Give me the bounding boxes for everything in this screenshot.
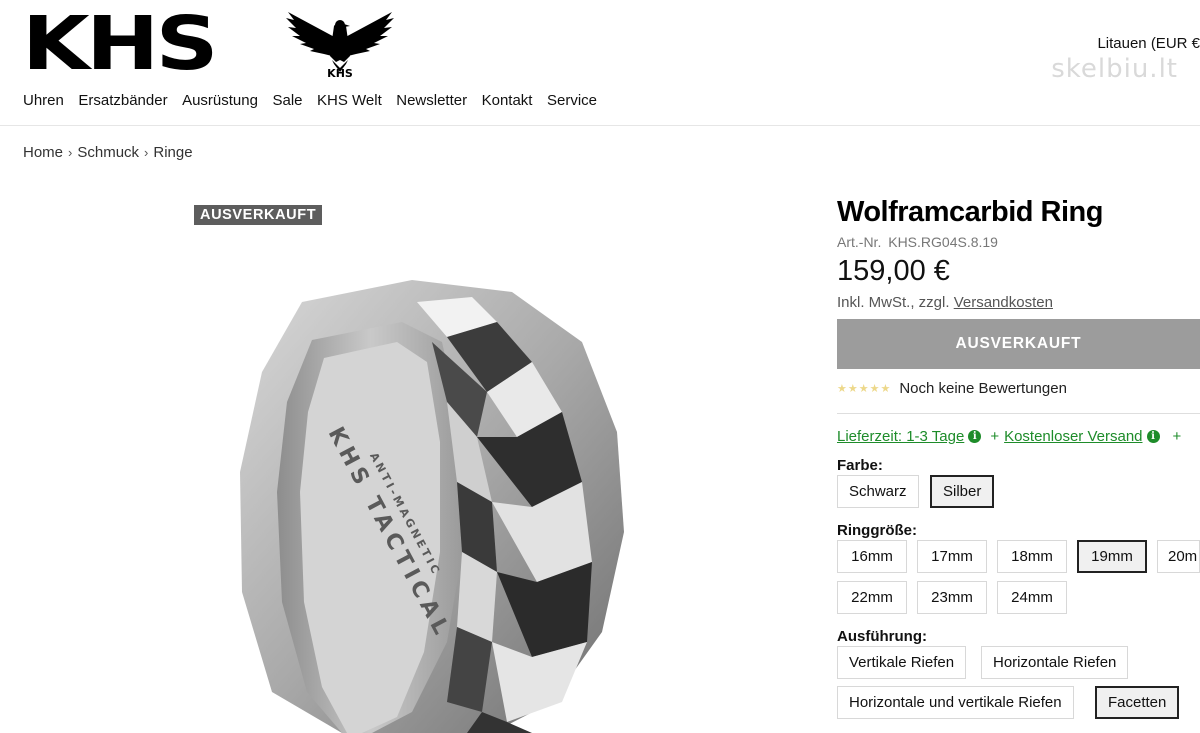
main-navigation: Uhren Ersatzbänder Ausrüstung Sale KHS W… (23, 92, 612, 109)
ring-size-label: Ringgröße: (837, 522, 917, 539)
rating-text: Noch keine Bewertungen (899, 380, 1067, 397)
finish-label: Ausführung: (837, 628, 927, 645)
sold-out-button[interactable]: AUSVERKAUFT (837, 319, 1200, 369)
free-shipping-link[interactable]: Kostenloser Versand (1004, 428, 1142, 445)
finish-option-vertikale-riefen[interactable]: Vertikale Riefen (837, 646, 967, 679)
article-number: Art.-Nr. KHS.RG04S.8.19 (837, 234, 998, 250)
star-rating-icon: ★★★★★ (837, 383, 892, 395)
size-option-20mm[interactable]: 20m (1157, 540, 1200, 573)
rating[interactable]: ★★★★★ Noch keine Bewertungen (837, 380, 1067, 397)
breadcrumb-schmuck[interactable]: Schmuck (77, 144, 139, 161)
nav-khs-welt[interactable]: KHS Welt (317, 92, 382, 109)
shipping-info: Lieferzeit: 1-3 Tage i + Kostenloser Ver… (837, 428, 1186, 445)
product-image[interactable]: KHS TACTICAL ANTI-MAGNETIC (232, 262, 628, 733)
divider (837, 413, 1200, 414)
chevron-right-icon: › (68, 145, 73, 160)
nav-kontakt[interactable]: Kontakt (482, 92, 533, 109)
size-option-17mm[interactable]: 17mm (917, 540, 987, 573)
info-icon[interactable]: i (1146, 430, 1160, 443)
price: 159,00 € (837, 255, 950, 287)
size-option-24mm[interactable]: 24mm (997, 581, 1067, 614)
nav-sale[interactable]: Sale (272, 92, 302, 109)
sku-label: Art.-Nr. (837, 234, 882, 250)
shipping-costs-link[interactable]: Versandkosten (954, 294, 1053, 311)
sold-out-badge: AUSVERKAUFT (194, 205, 323, 225)
chevron-right-icon: › (144, 145, 149, 160)
product-title: Wolframcarbid Ring (837, 196, 1104, 228)
nav-ausruestung[interactable]: Ausrüstung (182, 92, 258, 109)
breadcrumb-home[interactable]: Home (23, 144, 63, 161)
header-divider (0, 125, 1200, 126)
finish-option-facetten[interactable]: Facetten (1095, 686, 1180, 719)
size-option-22mm[interactable]: 22mm (837, 581, 907, 614)
plus-sign: + (1172, 428, 1182, 445)
size-option-19mm[interactable]: 19mm (1077, 540, 1147, 573)
sku-value: KHS.RG04S.8.19 (888, 234, 998, 250)
info-icon[interactable]: i (968, 430, 982, 443)
nav-newsletter[interactable]: Newsletter (396, 92, 467, 109)
size-option-23mm[interactable]: 23mm (917, 581, 987, 614)
finish-option-horizontale-riefen[interactable]: Horizontale Riefen (981, 646, 1129, 679)
color-label: Farbe: (837, 457, 883, 474)
color-option-schwarz[interactable]: Schwarz (837, 475, 919, 508)
delivery-time-link[interactable]: Lieferzeit: 1-3 Tage (837, 428, 964, 445)
logo-text: KHS (22, 1, 219, 87)
finish-option-horizontal-vertikal[interactable]: Horizontale und vertikale Riefen (837, 686, 1074, 719)
eagle-icon: KHS (286, 12, 394, 78)
tax-text: Inkl. MwSt., zzgl. (837, 294, 950, 311)
nav-ersatzbaender[interactable]: Ersatzbänder (78, 92, 167, 109)
khs-logo[interactable]: KHS KHS (22, 1, 394, 87)
breadcrumb: Home › Schmuck › Ringe (23, 144, 193, 161)
tax-info: Inkl. MwSt., zzgl. Versandkosten (837, 294, 1053, 311)
color-option-silber[interactable]: Silber (930, 475, 995, 508)
size-option-18mm[interactable]: 18mm (997, 540, 1067, 573)
nav-uhren[interactable]: Uhren (23, 92, 64, 109)
size-option-16mm[interactable]: 16mm (837, 540, 907, 573)
watermark: skelbiu.lt (1051, 54, 1178, 84)
plus-sign: + (990, 428, 1000, 445)
breadcrumb-ringe[interactable]: Ringe (153, 144, 192, 161)
svg-text:KHS: KHS (327, 67, 353, 78)
nav-service[interactable]: Service (547, 92, 597, 109)
country-currency-selector[interactable]: Litauen (EUR € (1097, 35, 1200, 52)
